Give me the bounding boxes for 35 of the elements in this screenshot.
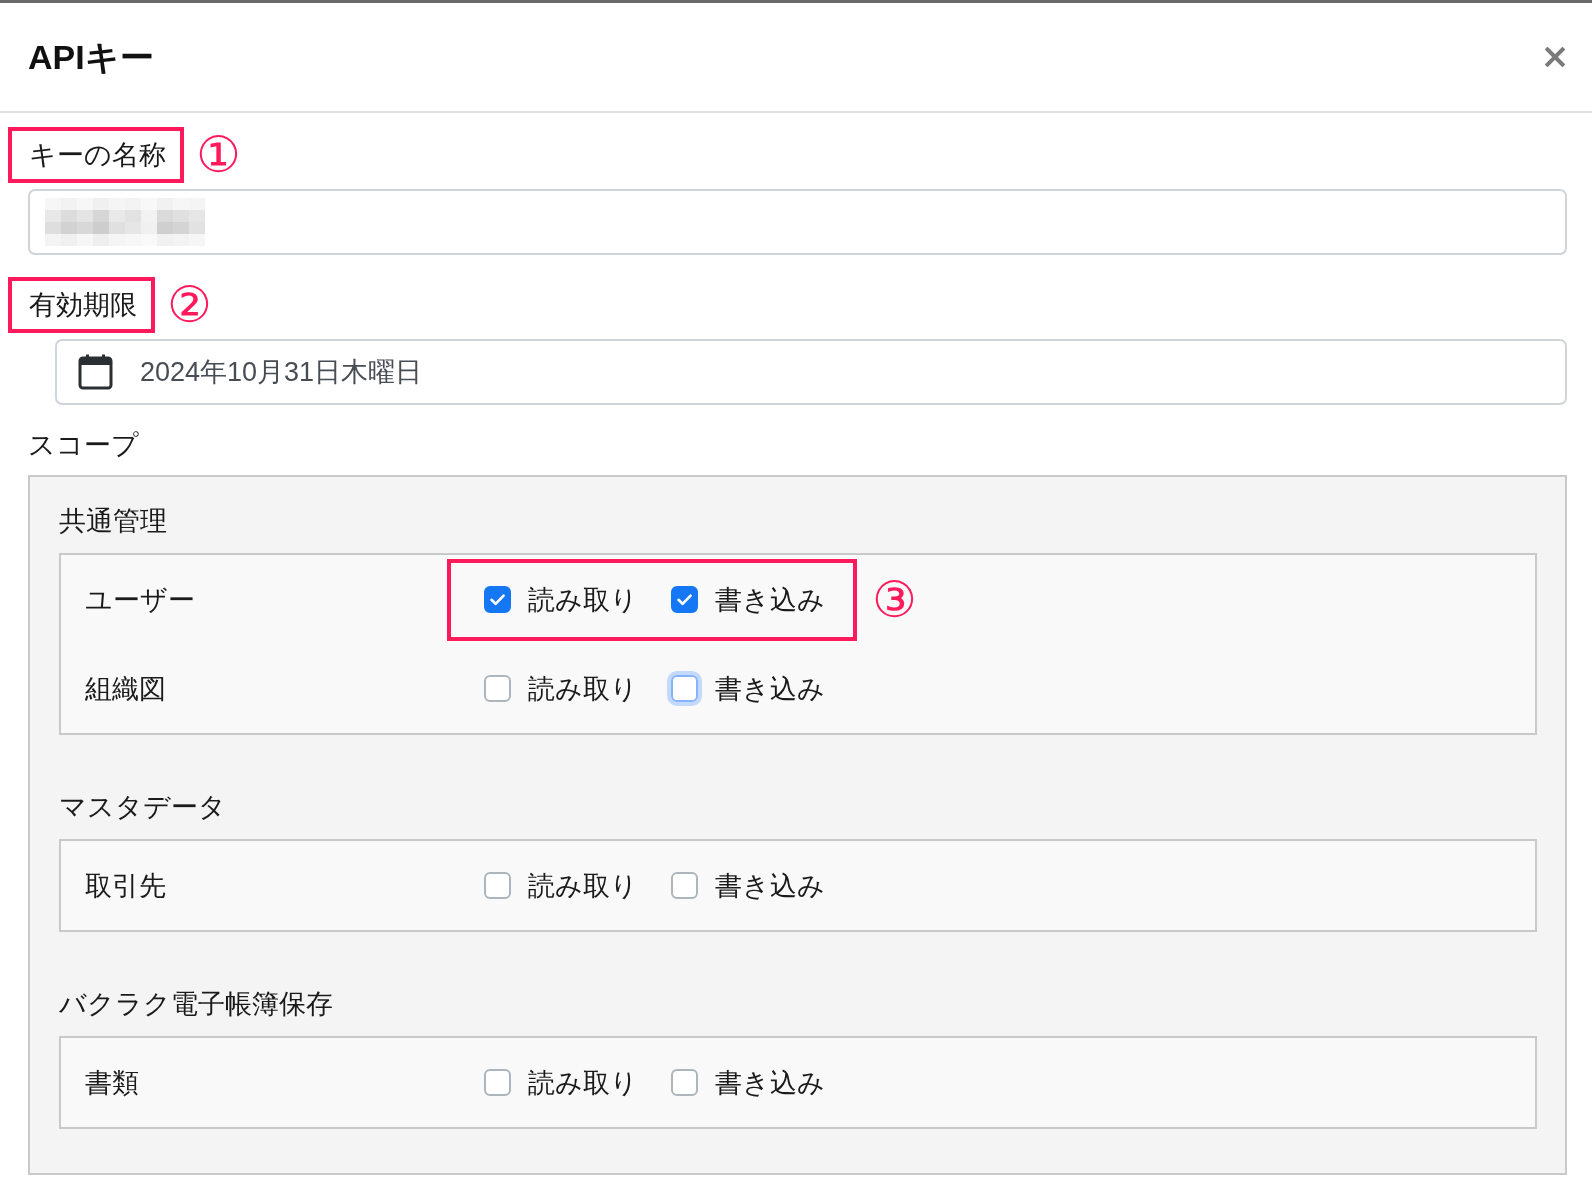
scope-item-name: ユーザー <box>85 583 196 617</box>
checkbox-label: 書き込み <box>715 583 825 617</box>
group-title: 共通管理 <box>59 505 168 538</box>
dialog-title: APIキー <box>28 36 154 78</box>
checkbox-label: 書き込み <box>715 869 825 903</box>
group-title: マスタデータ <box>59 791 227 824</box>
group-title: バクラク電子帳簿保存 <box>59 988 334 1021</box>
checkbox-label: 書き込み <box>715 672 825 706</box>
checkbox[interactable] <box>484 1069 511 1096</box>
date-field[interactable]: 2024年10月31日木曜日 <box>55 339 1567 405</box>
callout-number: ② <box>167 280 212 330</box>
checkbox-label: 読み取り <box>528 1066 638 1100</box>
checkbox-label: 書き込み <box>715 1066 825 1100</box>
callout-number: ③ <box>872 574 917 625</box>
calendar-icon <box>78 354 113 390</box>
checkbox[interactable] <box>484 675 511 702</box>
checkbox[interactable] <box>484 872 511 899</box>
checkbox[interactable] <box>671 586 698 613</box>
callout-number: ① <box>196 130 241 180</box>
close-icon <box>1545 47 1565 67</box>
scope-item-name: 書類 <box>85 1066 140 1100</box>
field-label: キーの名称 <box>29 139 166 172</box>
checkbox[interactable] <box>671 872 698 899</box>
section-label: スコープ <box>28 429 140 462</box>
checkbox-label: 読み取り <box>528 583 638 617</box>
date-value: 2024年10月31日木曜日 <box>140 356 423 389</box>
checkbox[interactable] <box>484 586 511 613</box>
field-label: 有効期限 <box>29 289 137 322</box>
text-field[interactable] <box>28 189 1567 255</box>
checkbox-label: 読み取り <box>528 869 638 903</box>
close-button[interactable] <box>1545 47 1565 67</box>
scope-item-name: 組織図 <box>85 672 167 706</box>
scope-item-name: 取引先 <box>85 869 167 903</box>
checkbox[interactable] <box>671 1069 698 1096</box>
checkbox-label: 読み取り <box>528 672 638 706</box>
